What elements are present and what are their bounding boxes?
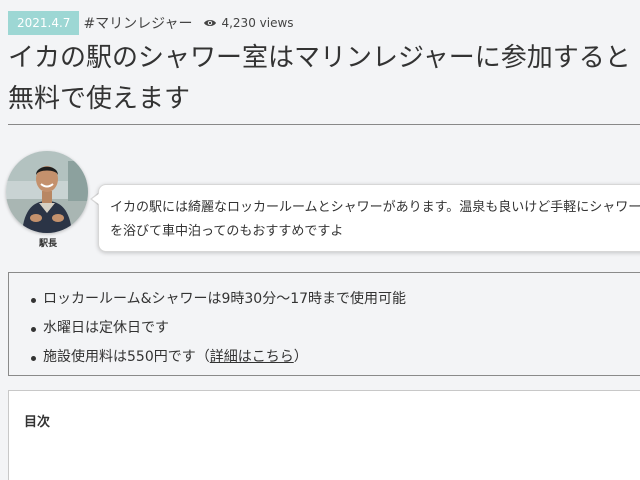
- date-badge: 2021.4.7: [8, 11, 80, 35]
- list-item-fee: 施設使用料は550円です（詳細はこちら）: [31, 343, 640, 372]
- post-meta: 2021.4.7 #マリンレジャー 4,230 views: [8, 11, 294, 35]
- view-count-label: 4,230 views: [221, 16, 294, 30]
- avatar: [6, 151, 88, 233]
- fee-text-end: ）: [293, 349, 308, 365]
- list-item-closed-day: 水曜日は定休日です: [31, 314, 640, 343]
- list-item-hours: ロッカールーム&シャワーは9時30分～17時まで使用可能: [31, 285, 640, 314]
- speech-bubble: イカの駅には綺麗なロッカールームとシャワーがあります。温泉も良いけど手軽にシャワ…: [98, 184, 640, 252]
- station-master-photo: [6, 151, 88, 233]
- speech-bubble-tail: [92, 193, 100, 205]
- toc-title: 目次: [24, 415, 51, 430]
- avatar-name: 駅長: [38, 239, 57, 249]
- category-tag-link[interactable]: #マリンレジャー: [83, 13, 192, 33]
- view-count: 4,230 views: [203, 16, 294, 30]
- info-box: ロッカールーム&シャワーは9時30分～17時まで使用可能 水曜日は定休日です 施…: [8, 272, 640, 376]
- eye-icon: [204, 20, 217, 26]
- article-page: 2021.4.7 #マリンレジャー 4,230 views イカの駅のシャワー室…: [0, 0, 640, 480]
- article-title: イカの駅のシャワー室はマリンレジャーに参加すると無料で使えます: [8, 43, 631, 114]
- table-of-contents: 目次: [8, 390, 640, 480]
- title-divider: [8, 124, 640, 125]
- details-link[interactable]: 詳細はこちら: [210, 349, 294, 365]
- fee-text: 施設使用料は550円です（: [43, 349, 210, 365]
- info-list: ロッカールーム&シャワーは9時30分～17時まで使用可能 水曜日は定休日です 施…: [31, 285, 640, 372]
